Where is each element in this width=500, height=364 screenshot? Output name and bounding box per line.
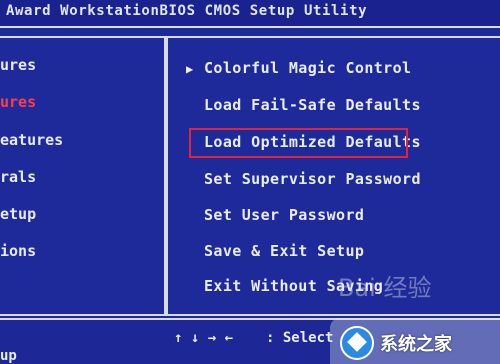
app-title: Award WorkstationBIOS CMOS Setup Utility <box>6 3 368 19</box>
left-menu-item[interactable]: rals <box>0 168 36 186</box>
arrow-keys-hint: ↑ ↓ → ← <box>174 330 234 346</box>
baidu-watermark: Bai 经验 <box>338 274 432 302</box>
menu-item-load-fail-safe-defaults[interactable]: Load Fail-Safe Defaults <box>204 96 421 114</box>
menu-item-save-exit-setup[interactable]: Save & Exit Setup <box>204 242 364 260</box>
left-menu-item[interactable]: ions <box>0 242 36 260</box>
select-hint: : Select <box>266 330 334 346</box>
menu-item-set-supervisor-password[interactable]: Set Supervisor Password <box>204 170 421 188</box>
submenu-arrow-icon: ▶ <box>186 62 194 76</box>
left-menu-item[interactable]: etup <box>0 205 36 223</box>
left-menu-item[interactable]: ures <box>0 56 36 74</box>
bios-screen: Award WorkstationBIOS CMOS Setup Utility… <box>0 0 500 364</box>
footer-left-text: up <box>0 348 17 364</box>
title-bar: Award WorkstationBIOS CMOS Setup Utility <box>0 0 500 28</box>
logo-icon <box>340 326 374 360</box>
watermark-text: 系统之家 <box>380 334 452 355</box>
menu-item-set-user-password[interactable]: Set User Password <box>204 206 364 224</box>
left-menu-item-active[interactable]: ures <box>0 93 36 111</box>
selection-highlight-box <box>189 128 408 158</box>
left-menu-item[interactable]: eatures <box>0 131 63 149</box>
menu-item-colorful-magic-control[interactable]: Colorful Magic Control <box>204 59 411 77</box>
